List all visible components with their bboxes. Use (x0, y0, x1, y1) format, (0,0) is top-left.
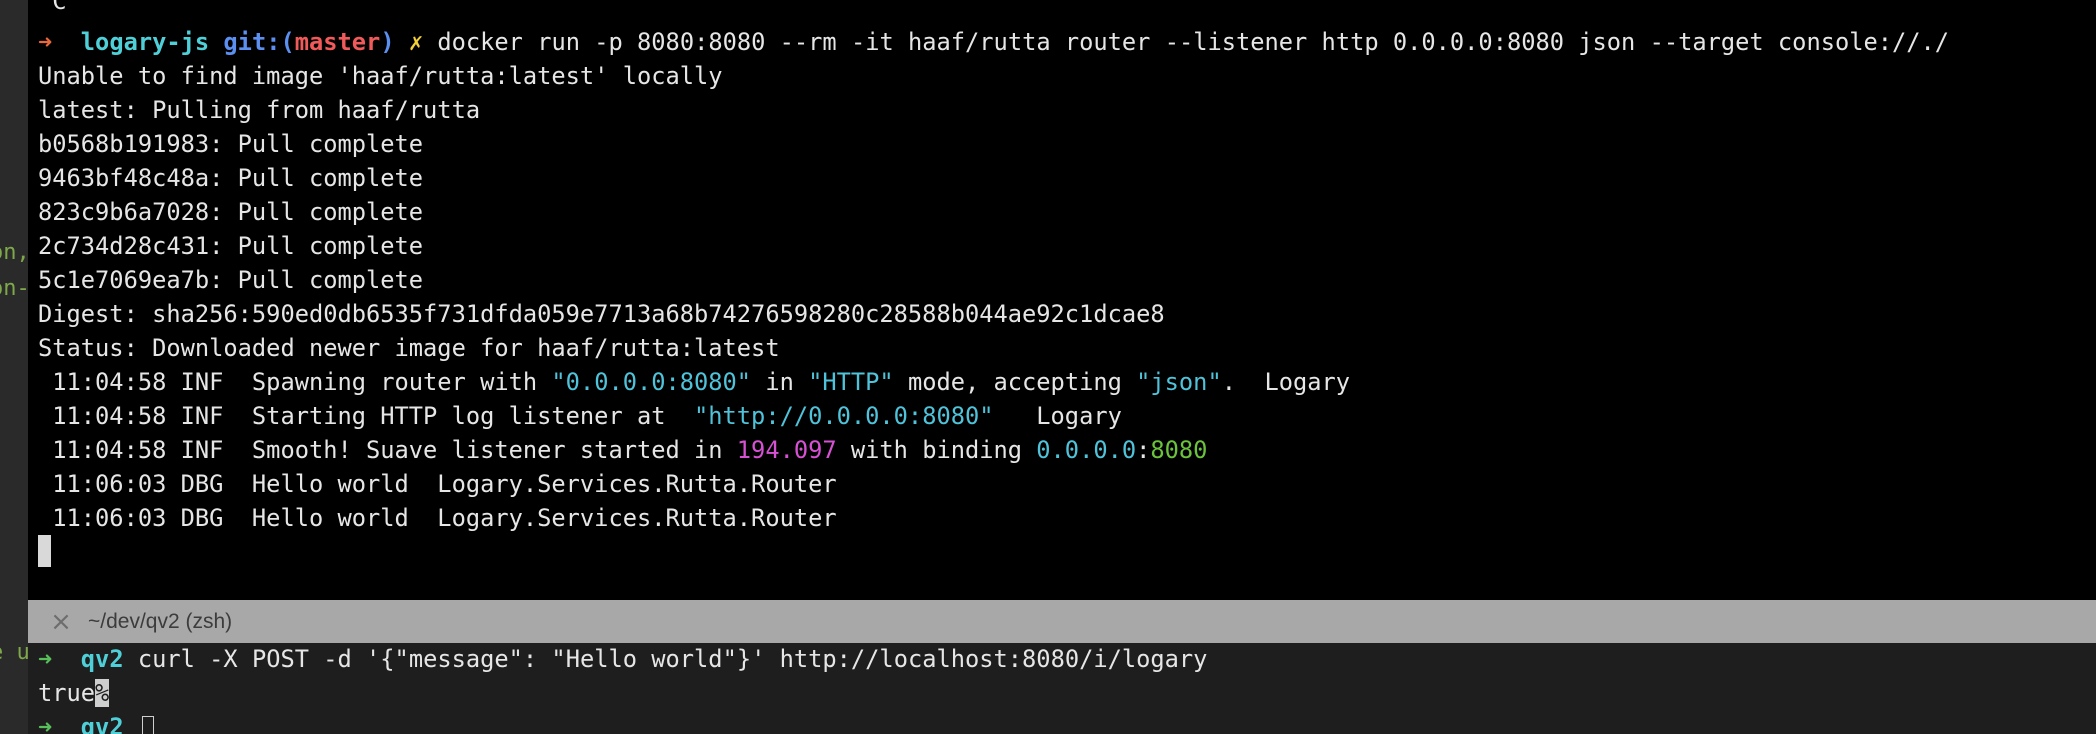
prompt-arrow-icon: ➜ (38, 28, 53, 56)
ctrl-c-line: ^C (38, 0, 67, 15)
log-value: "0.0.0.0:8080" (551, 368, 752, 396)
output-line: 2c734d28c431: Pull complete (38, 232, 424, 260)
prompt-directory: qv2 (80, 645, 124, 673)
dirty-mark-icon: ✗ (408, 28, 424, 56)
output-line: latest: Pulling from haaf/rutta (38, 96, 481, 124)
gutter-text: on- (0, 276, 28, 301)
command-text: docker run -p 8080:8080 --rm -it haaf/ru… (437, 28, 1950, 56)
log-text: in (751, 368, 809, 396)
log-text: . Logary (1221, 368, 1351, 396)
gutter-text: on, (0, 240, 28, 265)
prompt-line: ➜ logary-js git:(master) ✗ docker run -p… (38, 25, 1949, 59)
output-line: 9463bf48c48a: Pull complete (38, 164, 424, 192)
log-value: "json" (1136, 368, 1222, 396)
terminal-pane-bottom[interactable]: ➜ qv2 curl -X POST -d '{"message": "Hell… (28, 643, 2096, 734)
adjacent-pane-edge: on, on- e u (0, 0, 28, 734)
output-line: 5c1e7069ea7b: Pull complete (38, 266, 424, 294)
log-value: 0.0.0.0 (1036, 436, 1137, 464)
log-value: "http://0.0.0.0:8080" (694, 402, 994, 430)
log-line: 11:06:03 DBG Hello world Logary.Services… (38, 504, 837, 532)
prompt-line: ➜ qv2 curl -X POST -d '{"message": "Hell… (38, 643, 1207, 676)
log-text: 11:04:58 INF Starting HTTP log listener … (38, 402, 695, 430)
git-suffix: ) (380, 28, 395, 56)
result-line: true% (38, 676, 110, 710)
close-pane-icon[interactable]: × (42, 603, 80, 641)
log-line: 11:04:58 INF Smooth! Suave listener star… (38, 433, 1207, 467)
log-value: 194.097 (736, 436, 837, 464)
prompt-directory: logary-js (80, 28, 210, 56)
terminal-cursor (141, 715, 154, 734)
log-text: 11:04:58 INF Spawning router with (38, 368, 552, 396)
log-text: Logary (993, 402, 1122, 430)
git-branch: master (294, 28, 381, 56)
log-text: : (1136, 436, 1151, 464)
prompt-directory: qv2 (80, 713, 124, 734)
log-value: "HTTP" (808, 368, 894, 396)
output-line: Digest: sha256:590ed0db6535f731dfda059e7… (38, 300, 1165, 328)
output-line: 823c9b6a7028: Pull complete (38, 198, 424, 226)
log-line: 11:06:03 DBG Hello world Logary.Services… (38, 470, 837, 498)
gutter-text: e u (0, 640, 28, 665)
pane-title: ~/dev/qv2 (zsh) (88, 609, 233, 633)
output-line: Unable to find image 'haaf/rutta:latest'… (38, 62, 723, 90)
log-line: 11:04:58 INF Starting HTTP log listener … (38, 399, 1122, 433)
command-text: curl -X POST -d '{"message": "Hello worl… (137, 645, 1208, 673)
log-text: 11:04:58 INF Smooth! Suave listener star… (38, 436, 737, 464)
log-line: 11:04:58 INF Spawning router with "0.0.0… (38, 365, 1350, 399)
output-line: Status: Downloaded newer image for haaf/… (38, 334, 780, 362)
output-line: b0568b191983: Pull complete (38, 130, 424, 158)
terminal-pane-top[interactable]: ^C ➜ logary-js git:(master) ✗ docker run… (28, 0, 2096, 600)
git-prefix: git:( (223, 28, 295, 56)
log-text: with binding (836, 436, 1037, 464)
prompt-arrow-icon: ➜ (38, 713, 53, 734)
no-newline-mark: % (95, 679, 110, 707)
prompt-arrow-icon: ➜ (38, 645, 53, 673)
log-text: mode, accepting (893, 368, 1137, 396)
prompt-line: ➜ qv2 (38, 710, 154, 734)
log-value: 8080 (1150, 436, 1208, 464)
pane-title-bar[interactable]: × ~/dev/qv2 (zsh) (28, 600, 2096, 643)
result-text: true (38, 679, 96, 707)
terminal-cursor (38, 535, 51, 567)
